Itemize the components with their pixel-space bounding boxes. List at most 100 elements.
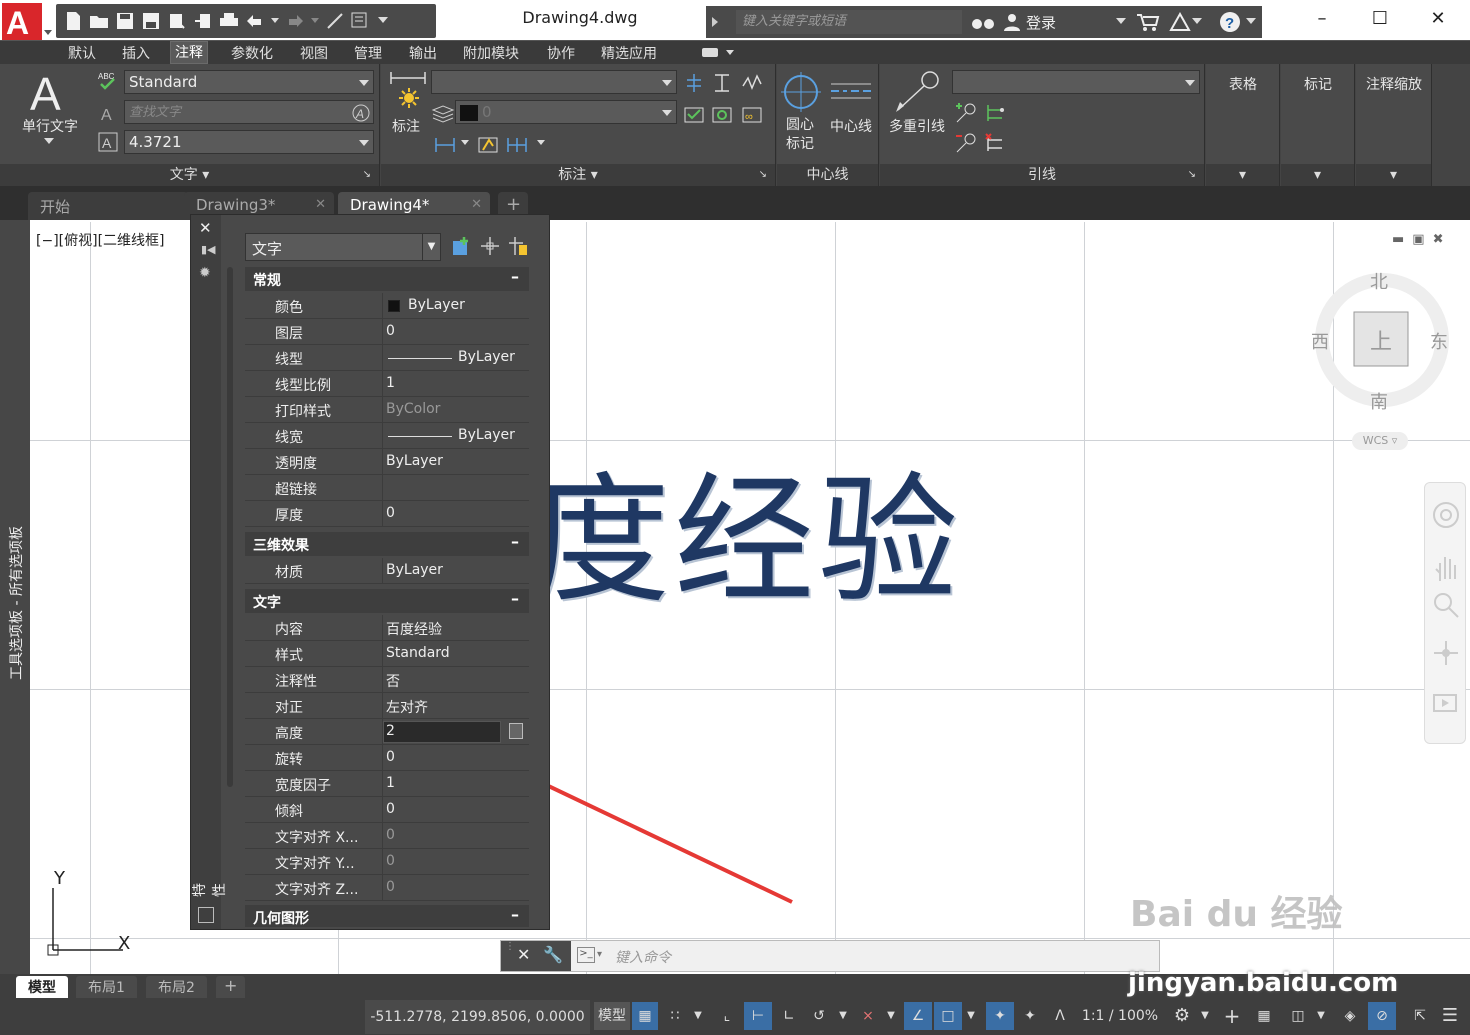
undo-icon[interactable]: [244, 9, 266, 33]
object-type-select[interactable]: 文字 ▼: [245, 233, 441, 261]
property-row[interactable]: 内容 百度经验: [245, 615, 529, 641]
help-icon[interactable]: ?: [1218, 10, 1242, 34]
dim-layer-select[interactable]: 0: [455, 100, 677, 124]
collapse-icon[interactable]: –: [511, 532, 519, 551]
dimension-button[interactable]: 标注: [381, 116, 431, 136]
close-tab-icon[interactable]: ✕: [315, 197, 326, 212]
command-close-icon[interactable]: ✕: [517, 945, 530, 964]
height-edit-field[interactable]: [383, 721, 501, 743]
add-leader-icon[interactable]: [954, 102, 978, 124]
units-icon[interactable]: ▦: [1250, 1002, 1278, 1030]
property-row[interactable]: 对正 左对齐: [245, 693, 529, 719]
annotation-scaling-label[interactable]: 注释缩放: [1356, 74, 1432, 94]
tab-annotate[interactable]: 注释: [170, 41, 208, 64]
property-row[interactable]: 超链接: [245, 475, 529, 501]
tab-layout1[interactable]: 布局1: [76, 976, 137, 998]
quick-dim-icon[interactable]: [477, 134, 501, 156]
tab-manage[interactable]: 管理: [350, 43, 386, 63]
object-type-dropdown-icon[interactable]: ▼: [422, 234, 440, 260]
property-row[interactable]: 文字对齐 Y... 0: [245, 849, 529, 875]
palette-close-icon[interactable]: ✕: [199, 219, 212, 237]
binoculars-icon[interactable]: [970, 12, 996, 32]
property-value[interactable]: 0: [386, 505, 395, 521]
property-row[interactable]: 文字对齐 X... 0: [245, 823, 529, 849]
maximize-button[interactable]: ☐: [1360, 8, 1400, 32]
minimize-button[interactable]: –: [1302, 8, 1342, 32]
dimension-icon[interactable]: [387, 70, 429, 112]
properties-scrollbar[interactable]: [227, 267, 233, 787]
undo-dropdown-icon[interactable]: [270, 9, 280, 33]
properties-titlebar[interactable]: ✕ ▮◀ ✹ 特性: [191, 215, 228, 929]
open-web-icon[interactable]: [166, 9, 188, 33]
app-menu-button[interactable]: A: [0, 0, 56, 44]
login-label[interactable]: 登录: [1026, 12, 1056, 33]
spell-check-icon[interactable]: ABC: [98, 70, 120, 92]
property-row[interactable]: 样式 Standard: [245, 641, 529, 667]
redo-dropdown-icon[interactable]: [310, 9, 320, 33]
property-value[interactable]: 2: [386, 723, 395, 739]
auto-scale-icon[interactable]: ✦: [1016, 1002, 1044, 1030]
property-row[interactable]: 材质 ByLayer: [245, 558, 529, 584]
panel-launcher-icon[interactable]: ↘: [759, 164, 767, 186]
clean-screen-icon[interactable]: ⇱: [1406, 1002, 1434, 1030]
close-button[interactable]: ✕: [1418, 8, 1458, 32]
property-row[interactable]: 图层 0: [245, 319, 529, 345]
property-value[interactable]: 左对齐: [386, 697, 428, 717]
property-row[interactable]: 旋转 0: [245, 745, 529, 771]
viewcube-south[interactable]: 南: [1370, 388, 1388, 414]
annotation-visibility-icon[interactable]: ✦: [986, 1002, 1014, 1030]
section-general[interactable]: 常规 –: [245, 267, 529, 291]
tool-palette-strip[interactable]: 工具选项板 - 所有选项板: [0, 220, 30, 974]
redo-icon[interactable]: [284, 9, 306, 33]
dim-adjust-icon[interactable]: [711, 72, 733, 94]
viewport-window-controls[interactable]: ▬▣✖: [1392, 232, 1451, 247]
isodraft-icon[interactable]: ⨯: [856, 1002, 880, 1030]
annotation-scale-icon[interactable]: Λ: [1046, 1002, 1074, 1030]
command-history-icon[interactable]: >_: [577, 947, 595, 963]
viewcube-north[interactable]: 北: [1370, 268, 1388, 294]
collapse-icon[interactable]: –: [511, 589, 519, 608]
dim-update-icon[interactable]: [683, 102, 705, 124]
markup-panel-label[interactable]: 标记: [1281, 74, 1355, 94]
object-snap-tracking-icon[interactable]: ∠: [904, 1002, 932, 1030]
annotation-monitor-icon[interactable]: +: [1218, 1002, 1246, 1030]
search-input[interactable]: 键入关键字或短语: [736, 10, 962, 34]
toggle-pickadd-icon[interactable]: [451, 235, 473, 257]
property-row[interactable]: 厚度 0: [245, 501, 529, 527]
save-icon[interactable]: [114, 9, 136, 33]
annotation-scale-select[interactable]: 1:1 / 100%: [1076, 1002, 1164, 1030]
property-value[interactable]: 否: [386, 671, 400, 691]
multileader-icon[interactable]: [892, 70, 940, 114]
property-row[interactable]: 线型比例 1: [245, 371, 529, 397]
property-value[interactable]: Standard: [386, 645, 450, 661]
model-space-button[interactable]: 模型: [594, 1002, 630, 1030]
tab-parametric[interactable]: 参数化: [227, 43, 277, 63]
dim-style-select[interactable]: [431, 70, 677, 94]
property-value[interactable]: 0: [386, 853, 395, 869]
property-row[interactable]: 透明度 ByLayer: [245, 449, 529, 475]
tab-default[interactable]: 默认: [64, 43, 100, 63]
find-text-input[interactable]: 查找文字 A: [124, 100, 374, 124]
expand-arrow-icon[interactable]: [710, 16, 720, 28]
showmotion-icon[interactable]: [1432, 689, 1460, 717]
centerline-button[interactable]: 中心线: [825, 116, 877, 136]
leader-panel-title[interactable]: 引线 ↘: [880, 164, 1204, 186]
property-row[interactable]: 倾斜 0: [245, 797, 529, 823]
text-style-select[interactable]: Standard: [124, 70, 374, 94]
snap-dropdown-icon[interactable]: ▼: [690, 1002, 706, 1030]
tab-output[interactable]: 输出: [405, 43, 441, 63]
find-search-icon[interactable]: A: [351, 103, 371, 123]
palette-settings-icon[interactable]: ✹: [199, 265, 211, 281]
new-file-icon[interactable]: [62, 9, 84, 33]
dim-break-icon[interactable]: [683, 72, 705, 94]
tab-addins[interactable]: 附加模块: [459, 43, 523, 63]
cart-icon[interactable]: [1136, 12, 1160, 32]
palette-autohide-icon[interactable]: ▮◀: [201, 243, 216, 256]
linear-dim-dropdown-icon[interactable]: [461, 140, 469, 146]
workspace-icon[interactable]: [350, 9, 372, 33]
qat-customize-icon[interactable]: [376, 9, 390, 33]
grid-display-icon[interactable]: ▦: [632, 1002, 658, 1030]
property-value[interactable]: ByLayer: [458, 349, 515, 365]
tab-model[interactable]: 模型: [16, 976, 68, 998]
ribbon-toggle-icon[interactable]: [700, 47, 736, 59]
